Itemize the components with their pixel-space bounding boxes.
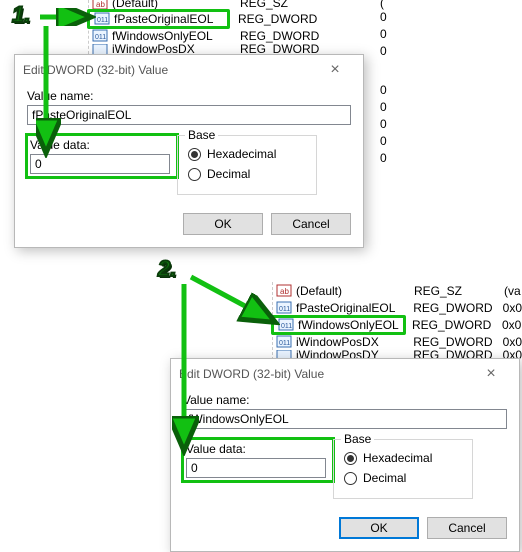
value-name: fPasteOriginalEOL (296, 301, 413, 315)
top-registry-list: ab (Default) REG_SZ 011 fPasteOriginalEO… (88, 0, 398, 54)
radio-decimal[interactable]: Decimal (344, 468, 462, 488)
value-data-field[interactable] (186, 458, 326, 478)
titlebar[interactable]: Edit DWORD (32-bit) Value × (171, 359, 519, 389)
value-name: fWindowsOnlyEOL (112, 29, 240, 43)
radio-label: Decimal (363, 471, 406, 485)
value-data: 0x0 (503, 301, 522, 315)
value-name-label: Value name: (183, 393, 507, 407)
cancel-button[interactable]: Cancel (271, 213, 351, 235)
registry-row[interactable]: 011 fPasteOriginalEOL REG_DWORD 0x0 (273, 299, 522, 316)
value-name: iWindowPosDX (112, 44, 240, 54)
radio-icon (188, 148, 201, 161)
value-data: 0 (380, 44, 400, 54)
value-data: 0 (380, 10, 400, 27)
radio-label: Decimal (207, 167, 250, 181)
value-type: REG_SZ (240, 0, 330, 10)
dword-icon: 011 (92, 29, 108, 42)
value-data: ( (380, 0, 400, 10)
value-data: 0x0 (502, 318, 521, 332)
mid-registry-list: ab (Default) REG_SZ (va 011 fPasteOrigin… (272, 282, 522, 360)
value-type: REG_DWORD (238, 12, 328, 26)
dword-icon: 011 (276, 335, 292, 348)
svg-text:ab: ab (280, 287, 289, 296)
registry-row[interactable]: 011 fWindowsOnlyEOL REG_DWORD 0x0 (273, 316, 522, 333)
base-label: Base (341, 432, 374, 446)
value-data: 0x0 (503, 335, 522, 349)
value-data: 0 (380, 100, 387, 117)
svg-text:ab: ab (96, 0, 105, 9)
ok-button[interactable]: OK (339, 517, 419, 539)
value-name: (Default) (296, 284, 414, 298)
registry-row[interactable]: 011 fWindowsOnlyEOL REG_DWORD (89, 27, 398, 44)
base-label: Base (185, 128, 218, 142)
base-fieldset: Base Hexadecimal Decimal (333, 439, 473, 499)
value-data: 0 (380, 117, 387, 134)
value-type: REG_DWORD (413, 335, 502, 349)
value-name: fWindowsOnlyEOL (298, 318, 402, 332)
value-type: REG_SZ (414, 284, 504, 298)
radio-label: Hexadecimal (363, 451, 432, 465)
radio-icon (344, 452, 357, 465)
close-icon[interactable]: × (471, 365, 511, 383)
string-icon: ab (276, 284, 292, 297)
value-name: fPasteOriginalEOL (114, 12, 226, 26)
dialog-title: Edit DWORD (32-bit) Value (23, 63, 315, 77)
svg-text:011: 011 (279, 340, 290, 347)
value-type: REG_DWORD (412, 318, 502, 332)
svg-text:011: 011 (281, 323, 292, 330)
registry-row[interactable]: 011 fPasteOriginalEOL REG_DWORD (89, 10, 398, 27)
dword-icon: 011 (276, 301, 292, 314)
value-type: REG_DWORD (240, 44, 330, 54)
value-name: iWindowPosDX (296, 335, 413, 349)
value-type: REG_DWORD (240, 29, 330, 43)
dialog-title: Edit DWORD (32-bit) Value (179, 367, 471, 381)
registry-row[interactable]: 011 iWindowPosDX REG_DWORD 0x0 (273, 333, 522, 350)
value-data: 0 (380, 134, 387, 151)
radio-hexadecimal[interactable]: Hexadecimal (188, 144, 306, 164)
radio-label: Hexadecimal (207, 147, 276, 161)
svg-text:011: 011 (95, 34, 106, 41)
value-data: (va (504, 284, 521, 298)
value-data: 0 (380, 27, 400, 44)
value-data: 0 (380, 151, 387, 168)
step-1-label: 1. (12, 2, 30, 28)
radio-decimal[interactable]: Decimal (188, 164, 306, 184)
value-name-label: Value name: (27, 89, 351, 103)
side-data: 0 0 0 0 0 (380, 83, 387, 168)
radio-icon (344, 472, 357, 485)
value-data-label: Value data: (30, 138, 174, 152)
value-type: REG_DWORD (413, 301, 502, 315)
value-name-field[interactable] (27, 105, 351, 125)
close-icon[interactable]: × (315, 61, 355, 79)
top-data-col: ( 0 0 0 (380, 0, 400, 54)
value-name-field[interactable] (183, 409, 507, 429)
radio-hexadecimal[interactable]: Hexadecimal (344, 448, 462, 468)
value-data-label: Value data: (186, 442, 330, 456)
edit-dword-dialog-1: Edit DWORD (32-bit) Value × Value name: … (14, 54, 364, 248)
registry-row[interactable]: ab (Default) REG_SZ (va (273, 282, 522, 299)
dword-icon: 011 (94, 12, 110, 25)
svg-text:011: 011 (279, 306, 290, 313)
dword-icon: 011 (278, 318, 294, 331)
value-data: 0 (380, 83, 387, 100)
base-fieldset: Base Hexadecimal Decimal (177, 135, 317, 195)
registry-row[interactable]: iWindowPosDX REG_DWORD (89, 44, 398, 54)
ok-button[interactable]: OK (183, 213, 263, 235)
cancel-button[interactable]: Cancel (427, 517, 507, 539)
step-2-label: 2. (158, 256, 176, 282)
svg-text:011: 011 (97, 17, 108, 24)
radio-icon (188, 168, 201, 181)
titlebar[interactable]: Edit DWORD (32-bit) Value × (15, 55, 363, 85)
value-data-field[interactable] (30, 154, 170, 174)
dword-icon (92, 44, 108, 54)
edit-dword-dialog-2: Edit DWORD (32-bit) Value × Value name: … (170, 358, 520, 552)
